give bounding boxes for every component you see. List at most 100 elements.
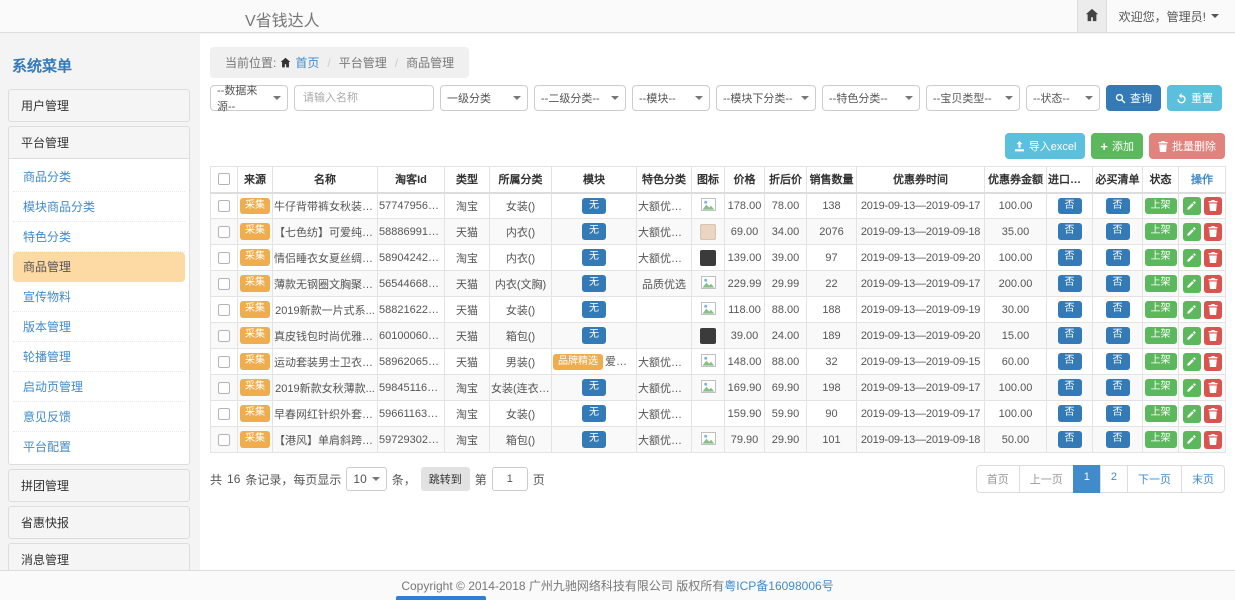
sidebar-item[interactable]: 轮播管理: [13, 342, 185, 372]
delete-button[interactable]: [1204, 431, 1222, 449]
status-badge[interactable]: 上架: [1145, 353, 1177, 370]
must-buy-toggle[interactable]: 否: [1106, 223, 1130, 240]
row-checkbox[interactable]: [218, 382, 230, 394]
import-select-toggle[interactable]: 否: [1058, 353, 1082, 370]
edit-button[interactable]: [1183, 301, 1201, 319]
sidebar-group-1[interactable]: 平台管理: [8, 126, 190, 159]
sidebar-group-0[interactable]: 用户管理: [8, 89, 190, 122]
page-button[interactable]: 末页: [1181, 465, 1225, 493]
sidebar-group-3[interactable]: 省惠快报: [8, 506, 190, 539]
import-select-toggle[interactable]: 否: [1058, 301, 1082, 318]
row-checkbox[interactable]: [218, 200, 230, 212]
delete-button[interactable]: [1204, 249, 1222, 267]
row-checkbox[interactable]: [218, 434, 230, 446]
status-badge[interactable]: 上架: [1145, 327, 1177, 344]
status-badge[interactable]: 上架: [1145, 223, 1177, 240]
jump-button[interactable]: 跳转到: [421, 467, 470, 491]
search-button[interactable]: 查询: [1106, 85, 1161, 111]
edit-button[interactable]: [1183, 327, 1201, 345]
filter-select[interactable]: --数据来源--: [210, 85, 288, 111]
row-checkbox[interactable]: [218, 252, 230, 264]
filter-select[interactable]: --二级分类--: [534, 85, 626, 111]
delete-button[interactable]: [1204, 275, 1222, 293]
filter-select[interactable]: 一级分类: [440, 85, 528, 111]
page-button[interactable]: 上一页: [1019, 465, 1074, 493]
import-select-toggle[interactable]: 否: [1058, 379, 1082, 396]
home-button[interactable]: [1077, 0, 1107, 32]
status-badge[interactable]: 上架: [1145, 249, 1177, 266]
status-badge[interactable]: 上架: [1145, 198, 1177, 215]
delete-button[interactable]: [1204, 327, 1222, 345]
import-select-toggle[interactable]: 否: [1058, 431, 1082, 448]
filter-select[interactable]: --模块--: [632, 85, 710, 111]
delete-button[interactable]: [1204, 197, 1222, 215]
delete-button[interactable]: [1204, 379, 1222, 397]
sidebar-item[interactable]: 版本管理: [13, 312, 185, 342]
must-buy-toggle[interactable]: 否: [1106, 275, 1130, 292]
sidebar-group-2[interactable]: 拼团管理: [8, 469, 190, 502]
edit-button[interactable]: [1183, 223, 1201, 241]
edit-button[interactable]: [1183, 431, 1201, 449]
status-badge[interactable]: 上架: [1145, 405, 1177, 422]
row-checkbox[interactable]: [218, 278, 230, 290]
filter-select[interactable]: --宝贝类型--: [926, 85, 1020, 111]
sidebar-item[interactable]: 宣传物料: [13, 282, 185, 312]
must-buy-toggle[interactable]: 否: [1106, 198, 1130, 215]
sidebar-item[interactable]: 特色分类: [13, 222, 185, 252]
must-buy-toggle[interactable]: 否: [1106, 431, 1130, 448]
page-button[interactable]: 下一页: [1127, 465, 1182, 493]
delete-button[interactable]: [1204, 405, 1222, 423]
page-button[interactable]: 首页: [976, 465, 1020, 493]
edit-button[interactable]: [1183, 249, 1201, 267]
filter-select[interactable]: --状态--: [1026, 85, 1100, 111]
status-badge[interactable]: 上架: [1145, 301, 1177, 318]
edit-button[interactable]: [1183, 405, 1201, 423]
sidebar-item[interactable]: 商品分类: [13, 162, 185, 192]
must-buy-toggle[interactable]: 否: [1106, 301, 1130, 318]
import-select-toggle[interactable]: 否: [1058, 275, 1082, 292]
batch-delete-button[interactable]: 批量删除: [1149, 133, 1225, 159]
reset-button[interactable]: 重置: [1167, 85, 1222, 111]
breadcrumb-home-link[interactable]: 首页: [295, 54, 319, 71]
must-buy-toggle[interactable]: 否: [1106, 405, 1130, 422]
import-select-toggle[interactable]: 否: [1058, 249, 1082, 266]
sidebar-item[interactable]: 商品管理: [13, 252, 185, 282]
row-checkbox[interactable]: [218, 408, 230, 420]
name-search-input[interactable]: [294, 85, 434, 111]
sidebar-item[interactable]: 意见反馈: [13, 402, 185, 432]
select-all-checkbox[interactable]: [218, 173, 230, 185]
must-buy-toggle[interactable]: 否: [1106, 249, 1130, 266]
filter-select[interactable]: --模块下分类--: [716, 85, 816, 111]
import-excel-button[interactable]: 导入excel: [1005, 133, 1086, 159]
delete-button[interactable]: [1204, 353, 1222, 371]
page-number-input[interactable]: [492, 467, 528, 491]
page-size-select[interactable]: 10: [346, 467, 386, 491]
status-badge[interactable]: 上架: [1145, 431, 1177, 448]
page-button[interactable]: 2: [1100, 465, 1128, 493]
sidebar-item[interactable]: 平台配置: [13, 432, 185, 461]
icp-link[interactable]: 粤ICP备16098006号: [724, 577, 833, 594]
import-select-toggle[interactable]: 否: [1058, 327, 1082, 344]
sidebar-item[interactable]: 模块商品分类: [13, 192, 185, 222]
delete-button[interactable]: [1204, 301, 1222, 319]
delete-button[interactable]: [1204, 223, 1222, 241]
add-button[interactable]: + 添加: [1091, 133, 1143, 159]
import-select-toggle[interactable]: 否: [1058, 223, 1082, 240]
edit-button[interactable]: [1183, 197, 1201, 215]
import-select-toggle[interactable]: 否: [1058, 405, 1082, 422]
row-checkbox[interactable]: [218, 226, 230, 238]
must-buy-toggle[interactable]: 否: [1106, 353, 1130, 370]
user-menu[interactable]: 欢迎您，管理员!: [1107, 8, 1235, 25]
row-checkbox[interactable]: [218, 304, 230, 316]
edit-button[interactable]: [1183, 379, 1201, 397]
row-checkbox[interactable]: [218, 330, 230, 342]
edit-button[interactable]: [1183, 275, 1201, 293]
status-badge[interactable]: 上架: [1145, 379, 1177, 396]
sidebar-item[interactable]: 启动页管理: [13, 372, 185, 402]
filter-select[interactable]: --特色分类--: [822, 85, 920, 111]
page-button[interactable]: 1: [1073, 465, 1101, 493]
must-buy-toggle[interactable]: 否: [1106, 379, 1130, 396]
status-badge[interactable]: 上架: [1145, 275, 1177, 292]
import-select-toggle[interactable]: 否: [1058, 198, 1082, 215]
row-checkbox[interactable]: [218, 356, 230, 368]
